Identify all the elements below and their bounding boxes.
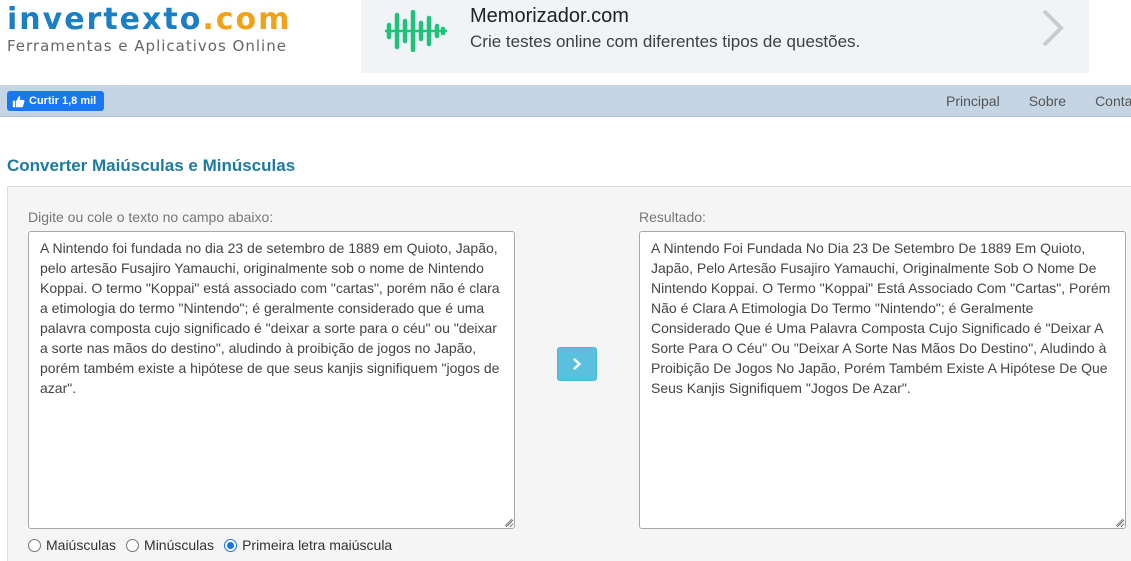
ad-banner[interactable]: Memorizador.com Crie testes online com d… (361, 0, 1089, 73)
result-label: Resultado: (639, 209, 706, 225)
page-root: invertexto.com Ferramentas e Aplicativos… (0, 0, 1131, 561)
like-label: Curtir 1,8 mil (29, 95, 97, 107)
case-options: Maiúsculas Minúsculas Primeira letra mai… (28, 537, 402, 553)
facebook-like-button[interactable]: Curtir 1,8 mil (7, 91, 105, 111)
ad-title: Memorizador.com (470, 5, 629, 27)
option-lowercase-label: Minúsculas (144, 537, 215, 553)
option-titlecase-label: Primeira letra maiúscula (242, 537, 393, 553)
radio-lowercase[interactable] (126, 538, 140, 552)
radio-uppercase[interactable] (28, 538, 41, 552)
nav-links: Principal Sobre Conta (946, 85, 1131, 117)
option-uppercase[interactable]: Maiúsculas (28, 537, 116, 553)
thumbs-up-icon (12, 95, 25, 107)
nav-item-sobre[interactable]: Sobre (1029, 93, 1066, 109)
input-textarea[interactable]: A Nintendo foi fundada no dia 23 de sete… (28, 231, 515, 529)
input-label: Digite ou cole o texto no campo abaixo: (28, 209, 274, 225)
page-title: Converter Maiúsculas e Minúsculas (7, 156, 296, 175)
nav-item-conta[interactable]: Conta (1095, 93, 1131, 109)
chevron-right-icon[interactable] (1037, 8, 1067, 48)
radio-titlecase[interactable] (224, 538, 238, 552)
logo-title: invertexto.com (7, 2, 291, 38)
resize-grip-icon[interactable] (503, 517, 512, 526)
logo-tagline: Ferramentas e Aplicativos Online (7, 37, 287, 55)
input-text: A Nintendo foi fundada no dia 23 de sete… (40, 240, 500, 396)
logo-tld: .com (202, 2, 292, 37)
result-textarea[interactable]: A Nintendo Foi Fundada No Dia 23 De Sete… (639, 231, 1126, 529)
ad-text: Crie testes online com diferentes tipos … (470, 32, 861, 51)
result-text: A Nintendo Foi Fundada No Dia 23 De Sete… (651, 240, 1111, 396)
option-titlecase[interactable]: Primeira letra maiúscula (224, 537, 392, 553)
nav-bar: Curtir 1,8 mil Principal Sobre Conta (0, 85, 1131, 117)
nav-item-principal[interactable]: Principal (946, 93, 1000, 109)
chevron-right-icon (573, 358, 582, 370)
site-logo[interactable]: invertexto.com Ferramentas e Aplicativos… (7, 2, 291, 55)
option-uppercase-label: Maiúsculas (46, 537, 117, 553)
convert-button[interactable] (557, 347, 597, 381)
option-lowercase[interactable]: Minúsculas (126, 537, 214, 553)
soundwave-icon (385, 10, 447, 52)
resize-grip-icon[interactable] (1114, 517, 1123, 526)
logo-brand: invertexto (7, 2, 203, 37)
